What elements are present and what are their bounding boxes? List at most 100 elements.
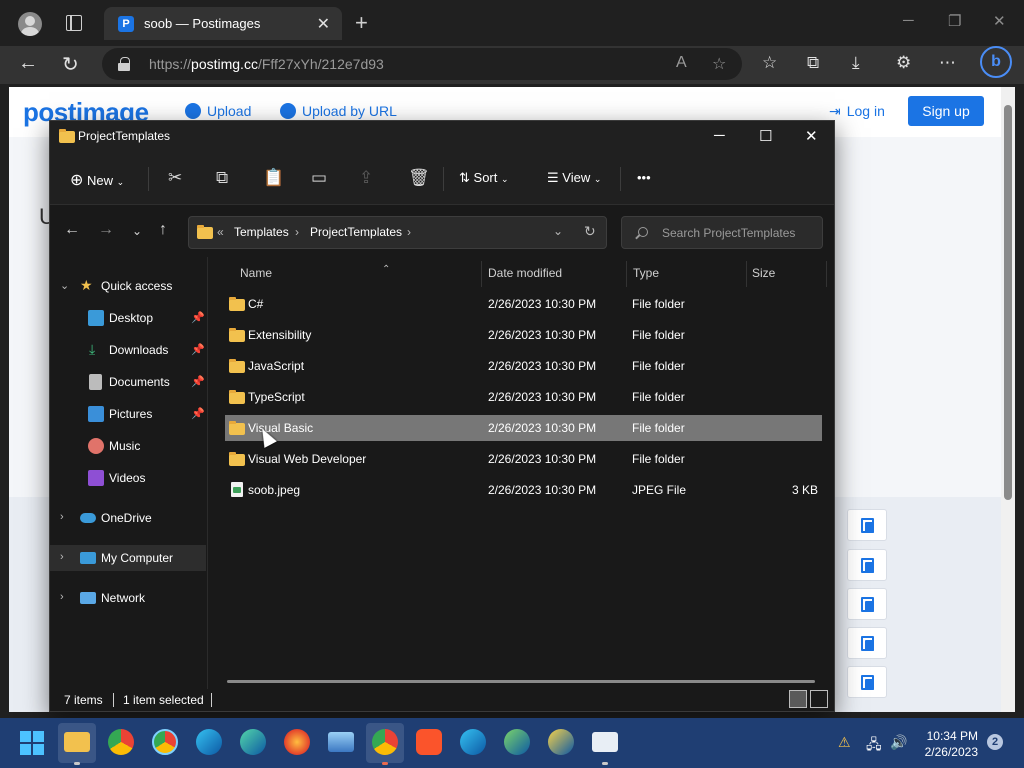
brave-icon[interactable] xyxy=(416,729,442,755)
photos-icon[interactable] xyxy=(328,732,354,752)
browser-minimize-icon[interactable]: ─ xyxy=(903,12,914,29)
rename-icon[interactable]: ▭ xyxy=(311,168,327,188)
explorer-titlebar[interactable]: ProjectTemplates ─ ☐ ✕ xyxy=(50,121,834,153)
volume-icon[interactable]: 🔊 xyxy=(890,734,907,751)
minimize-icon[interactable]: ─ xyxy=(714,127,725,144)
page-scrollbar[interactable] xyxy=(1001,87,1015,712)
notification-badge[interactable]: 2 xyxy=(987,734,1003,750)
collections-icon[interactable]: ⧉ xyxy=(807,53,819,73)
file-row[interactable]: TypeScript 2/26/2023 10:30 PM File folde… xyxy=(225,384,822,410)
address-bar[interactable]: https://postimg.cc/Fff27xYh/212e7d93 A ☆ xyxy=(102,48,742,80)
copy-icon[interactable]: ⧉ xyxy=(216,168,228,188)
refresh-icon[interactable]: ↻ xyxy=(584,223,596,240)
tab-actions-icon[interactable] xyxy=(66,15,82,31)
breadcrumb-chevron-icon[interactable]: › xyxy=(407,225,411,239)
file-row[interactable]: JavaScript 2/26/2023 10:30 PM File folde… xyxy=(225,353,822,379)
nav-music[interactable]: Music xyxy=(50,433,206,459)
copy-button[interactable] xyxy=(847,509,887,541)
chrome-active-icon[interactable] xyxy=(372,729,398,755)
signup-button[interactable]: Sign up xyxy=(908,96,984,126)
network-tray-icon[interactable]: 🖧 xyxy=(866,734,882,758)
copy-button[interactable] xyxy=(847,666,887,698)
nav-network[interactable]: › Network xyxy=(50,585,206,611)
close-icon[interactable]: ✕ xyxy=(805,127,818,145)
edge-profile-icon[interactable] xyxy=(240,729,266,755)
favorites-icon[interactable]: ☆ xyxy=(762,53,777,73)
url-text[interactable]: https://postimg.cc/Fff27xYh/212e7d93 xyxy=(149,56,384,72)
add-favorite-icon[interactable]: ☆ xyxy=(712,54,726,74)
new-tab-icon[interactable]: + xyxy=(355,10,368,36)
column-divider[interactable] xyxy=(826,261,827,287)
column-divider[interactable] xyxy=(481,261,482,287)
sort-button[interactable]: ⇅ Sort ⌄ xyxy=(459,170,509,186)
browser-tab[interactable]: P soob — Postimages ✕ xyxy=(104,7,342,40)
nav-videos[interactable]: Videos xyxy=(50,465,206,491)
up-arrow-icon[interactable]: ↑ xyxy=(159,221,167,239)
see-more-icon[interactable]: ••• xyxy=(637,170,651,185)
horizontal-scrollbar[interactable] xyxy=(227,680,815,683)
windows-start-icon[interactable] xyxy=(20,731,44,755)
address-dropdown-icon[interactable]: ⌄ xyxy=(553,224,563,238)
column-header-type[interactable]: Type xyxy=(633,266,659,280)
file-row[interactable]: Extensibility 2/26/2023 10:30 PM File fo… xyxy=(225,322,822,348)
chevron-right-icon[interactable]: › xyxy=(60,551,64,563)
chrome-icon[interactable] xyxy=(108,729,134,755)
file-explorer-icon[interactable] xyxy=(64,732,90,752)
details-view-icon[interactable] xyxy=(789,690,807,708)
tab-close-icon[interactable]: ✕ xyxy=(317,14,330,34)
edge-dev-icon[interactable] xyxy=(504,729,530,755)
back-arrow-icon[interactable]: ← xyxy=(64,221,80,239)
column-header-size[interactable]: Size xyxy=(752,266,775,280)
breadcrumb-projecttemplates[interactable]: ProjectTemplates xyxy=(310,225,402,239)
search-input[interactable]: Search ProjectTemplates xyxy=(621,216,823,249)
warning-icon[interactable]: ⚠ xyxy=(838,734,851,751)
chevron-right-icon[interactable]: › xyxy=(60,591,64,603)
nav-pictures[interactable]: Pictures 📌 xyxy=(50,401,206,427)
clock-date[interactable]: 2/26/2023 xyxy=(910,745,978,759)
upload-link[interactable]: Upload xyxy=(185,103,251,119)
cut-icon[interactable]: ✂ xyxy=(168,168,182,188)
extensions-icon[interactable]: ⚙ xyxy=(896,53,911,73)
nav-onedrive[interactable]: › OneDrive xyxy=(50,505,206,531)
refresh-icon[interactable]: ↻ xyxy=(62,52,79,77)
edge-icon[interactable] xyxy=(196,729,222,755)
forward-arrow-icon[interactable]: → xyxy=(98,221,114,239)
back-icon[interactable]: ← xyxy=(18,52,38,75)
browser-maximize-icon[interactable]: ❐ xyxy=(948,12,961,30)
bing-chat-icon[interactable]: b xyxy=(980,46,1012,78)
downloads-icon[interactable]: ⤓ xyxy=(852,53,860,73)
copy-button[interactable] xyxy=(847,588,887,620)
nav-downloads[interactable]: ⤓ Downloads 📌 xyxy=(50,337,206,363)
notepad-icon[interactable] xyxy=(592,732,618,752)
column-header-name[interactable]: Name ⌃ xyxy=(240,264,390,280)
lock-icon[interactable] xyxy=(118,57,130,71)
recent-locations-icon[interactable]: ⌄ xyxy=(132,224,142,238)
nav-desktop[interactable]: Desktop 📌 xyxy=(50,305,206,331)
breadcrumb-chevron-icon[interactable]: › xyxy=(295,225,299,239)
nav-my-computer[interactable]: › My Computer xyxy=(50,545,206,571)
read-aloud-icon[interactable]: A xyxy=(676,54,687,72)
delete-icon[interactable]: 🗑 xyxy=(408,168,430,188)
large-icons-view-icon[interactable] xyxy=(810,690,828,708)
upload-by-url-link[interactable]: Upload by URL xyxy=(280,103,397,119)
file-row[interactable]: C# 2/26/2023 10:30 PM File folder xyxy=(225,291,822,317)
file-row[interactable]: soob.jpeg 2/26/2023 10:30 PM JPEG File 3… xyxy=(225,477,822,503)
column-divider[interactable] xyxy=(626,261,627,287)
paste-icon[interactable]: 📋 xyxy=(263,168,284,188)
file-row-selected[interactable]: Visual Basic 2/26/2023 10:30 PM File fol… xyxy=(225,415,822,441)
profile-icon[interactable] xyxy=(18,12,42,36)
browser-close-icon[interactable]: ✕ xyxy=(993,12,1006,30)
login-link[interactable]: ⇥ Log in xyxy=(829,103,885,120)
copy-button[interactable] xyxy=(847,549,887,581)
view-button[interactable]: ☰ View ⌄ xyxy=(547,170,601,186)
page-scroll-thumb[interactable] xyxy=(1004,105,1012,500)
firefox-icon[interactable] xyxy=(284,729,310,755)
explorer-address-box[interactable]: « Templates › ProjectTemplates › ⌄ ↻ xyxy=(188,216,607,249)
breadcrumb-templates[interactable]: Templates xyxy=(234,225,289,239)
share-icon[interactable]: ⇪ xyxy=(359,168,373,188)
chevron-right-icon[interactable]: › xyxy=(60,511,64,523)
nav-quick-access[interactable]: ⌄ ★ Quick access xyxy=(50,273,206,299)
column-header-date[interactable]: Date modified xyxy=(488,266,562,280)
column-divider[interactable] xyxy=(746,261,747,287)
chevron-down-icon[interactable]: ⌄ xyxy=(60,279,69,292)
